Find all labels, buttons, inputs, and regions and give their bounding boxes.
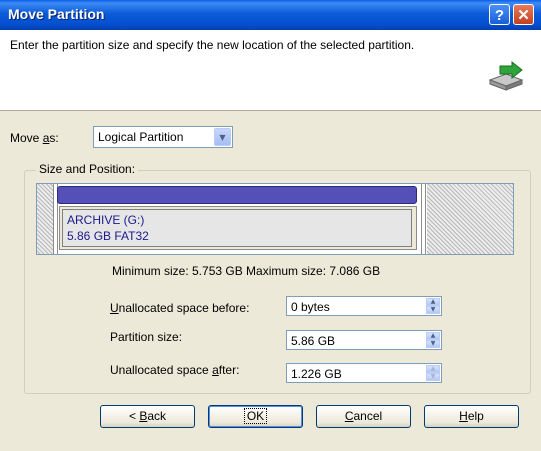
spin-up-icon[interactable]: ▲ <box>426 365 440 373</box>
partition-label-box: ARCHIVE (G:) 5.86 GB FAT32 <box>62 209 412 247</box>
drive-move-icon <box>488 60 524 91</box>
spin-down-icon[interactable]: ▼ <box>426 373 440 381</box>
partition-body: ARCHIVE (G:) 5.86 GB FAT32 <box>59 206 417 250</box>
partition-details: 5.86 GB FAT32 <box>67 229 149 243</box>
back-button[interactable]: < Back <box>100 405 195 428</box>
right-resize-handle[interactable] <box>421 184 426 254</box>
unallocated-after-area <box>427 184 513 254</box>
chevron-down-icon[interactable]: ▼ <box>214 128 231 146</box>
unalloc-after-input[interactable]: 1.226 GB ▲ ▼ <box>286 363 442 383</box>
unalloc-after-value: 1.226 GB <box>291 367 342 381</box>
help-button[interactable]: Help <box>424 405 519 428</box>
unalloc-before-spinner[interactable]: ▲ ▼ <box>426 298 440 314</box>
move-as-label: Move as: <box>10 131 59 145</box>
unalloc-after-label: Unallocated space after: <box>110 363 240 377</box>
move-partition-dialog: Move Partition ? ✕ Enter the partition s… <box>0 0 541 451</box>
spin-up-icon[interactable]: ▲ <box>426 298 440 306</box>
partition-name: ARCHIVE (G:) <box>67 213 145 227</box>
header-description: Enter the partition size and specify the… <box>10 38 415 52</box>
title-bar[interactable]: Move Partition ? ✕ <box>0 0 541 30</box>
cancel-button[interactable]: Cancel <box>316 405 411 428</box>
spin-down-icon[interactable]: ▼ <box>426 306 440 314</box>
ok-button[interactable]: OK <box>208 405 303 428</box>
spin-down-icon[interactable]: ▼ <box>426 340 440 348</box>
partition-map[interactable]: ARCHIVE (G:) 5.86 GB FAT32 <box>36 183 514 255</box>
partition-usage-bar <box>57 186 417 204</box>
unalloc-before-value: 0 bytes <box>291 300 330 314</box>
size-limits-text: Minimum size: 5.753 GB Maximum size: 7.0… <box>112 264 381 278</box>
unalloc-after-spinner[interactable]: ▲ ▼ <box>426 365 440 381</box>
partition-size-value: 5.86 GB <box>291 334 336 348</box>
unalloc-before-label: Unallocated space before: <box>110 301 250 315</box>
move-as-value: Logical Partition <box>98 130 184 144</box>
partition-size-label: Partition size: <box>110 330 183 344</box>
move-as-select[interactable]: Logical Partition ▼ <box>93 126 233 148</box>
ok-label: OK <box>243 408 268 424</box>
partition-size-input[interactable]: 5.86 GB ▲ ▼ <box>286 330 442 350</box>
spin-up-icon[interactable]: ▲ <box>426 332 440 340</box>
group-title: Size and Position: <box>36 162 139 176</box>
header-panel: Enter the partition size and specify the… <box>0 30 541 111</box>
partition-size-spinner[interactable]: ▲ ▼ <box>426 332 440 348</box>
close-icon[interactable]: ✕ <box>513 4 534 25</box>
help-title-button[interactable]: ? <box>489 4 510 25</box>
window-title: Move Partition <box>8 6 105 22</box>
partition-block[interactable]: ARCHIVE (G:) 5.86 GB FAT32 <box>57 186 421 252</box>
unallocated-before-area <box>37 184 53 254</box>
unalloc-before-input[interactable]: 0 bytes ▲ ▼ <box>286 296 442 316</box>
